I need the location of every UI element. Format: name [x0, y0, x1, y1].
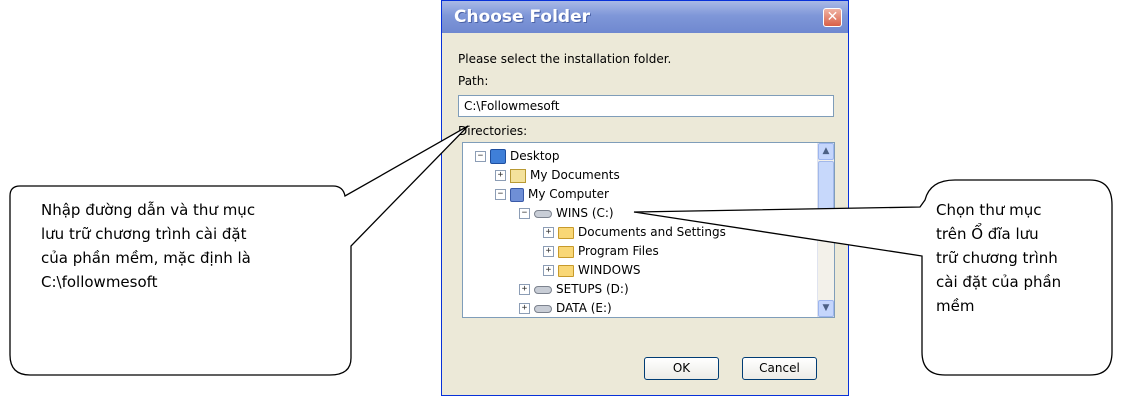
right-callout-line: trữ chương trình [936, 249, 1058, 267]
left-callout-line: lưu trữ chương trình cài đặt [41, 225, 247, 243]
right-callout-line: trên Ổ đĩa lưu [936, 225, 1039, 243]
left-callout-line: C:\followmesoft [41, 273, 158, 291]
right-callout-text: Chọn thư mục trên Ổ đĩa lưu trữ chương t… [936, 198, 1061, 318]
right-callout-line: Chọn thư mục [936, 201, 1042, 219]
right-callout-line: mềm [936, 297, 975, 315]
left-callout-text: Nhập đường dẫn và thư mục lưu trữ chương… [41, 198, 255, 294]
right-callout-line: cài đặt của phần [936, 273, 1062, 291]
left-callout-line: Nhập đường dẫn và thư mục [41, 201, 256, 219]
left-callout-line: của phần mềm, mặc định là [41, 249, 251, 267]
